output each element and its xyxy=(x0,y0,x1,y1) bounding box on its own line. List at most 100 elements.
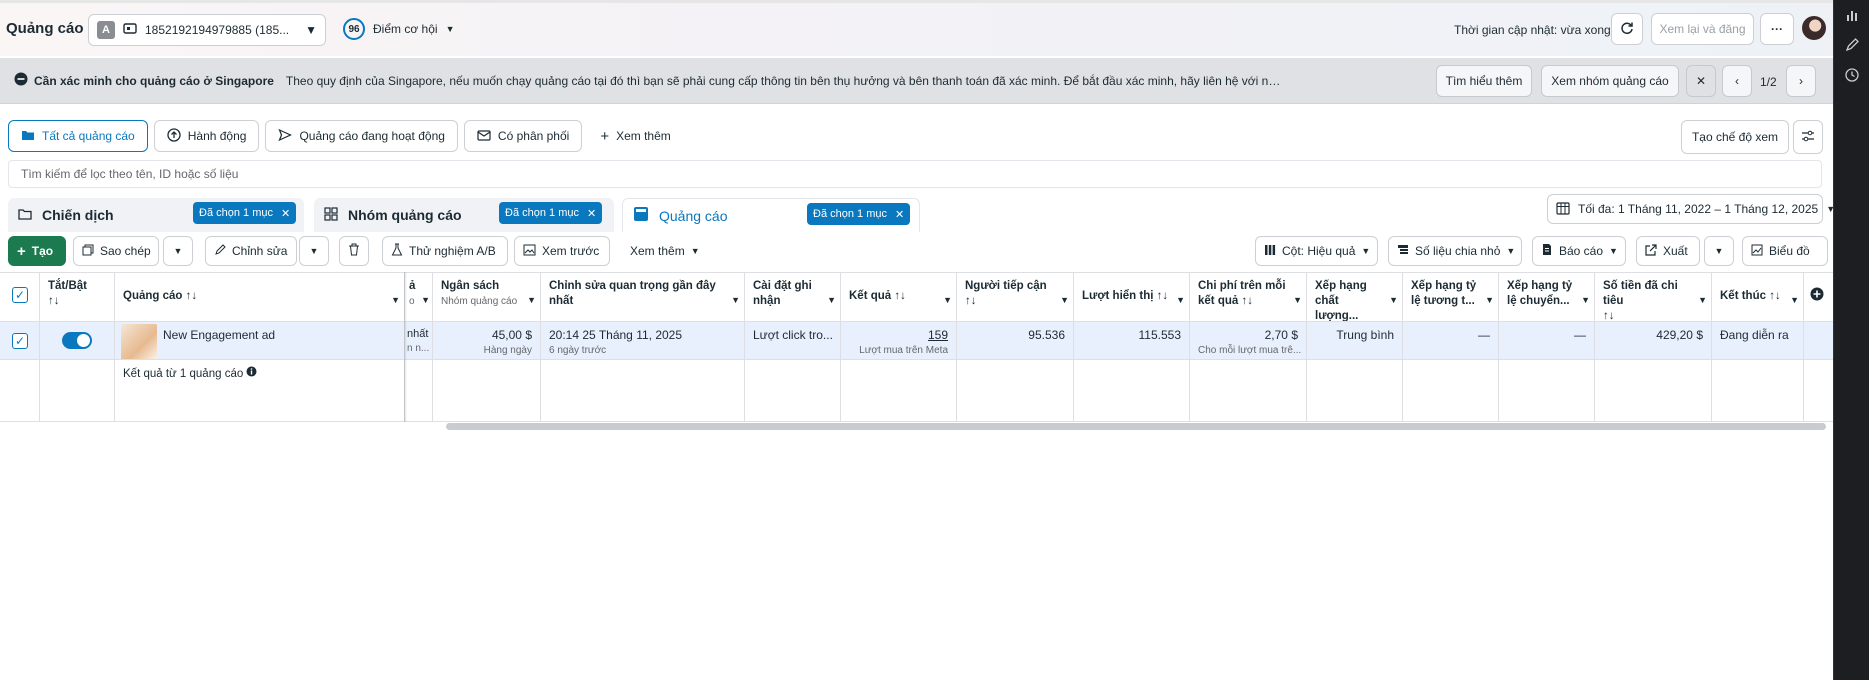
pencil-icon[interactable] xyxy=(1834,30,1869,60)
export-label: Xuất xyxy=(1663,244,1688,258)
selected-chip[interactable]: Đã chọn 1 mục ✕ xyxy=(807,203,911,225)
learn-more-button[interactable]: Tìm hiểu thêm xyxy=(1436,65,1532,97)
date-range-picker[interactable]: Tối đa: 1 Tháng 11, 2022 – 1 Tháng 12, 2… xyxy=(1547,194,1835,224)
add-column-button[interactable] xyxy=(1804,273,1833,321)
selected-chip[interactable]: Đã chọn 1 mục ✕ xyxy=(193,202,297,224)
refresh-icon xyxy=(1620,21,1634,38)
header-engagement-rank[interactable]: Xếp hạng tỷ lệ tương t... ▼ xyxy=(1403,273,1499,321)
close-icon[interactable]: ✕ xyxy=(895,208,904,221)
review-publish-button[interactable]: Xem lại và đăng xyxy=(1651,13,1754,45)
selected-chip[interactable]: Đã chọn 1 mục ✕ xyxy=(499,202,603,224)
header-impressions[interactable]: Lượt hiển thị ↑↓ ▼ xyxy=(1074,273,1190,321)
edit-button[interactable]: Chỉnh sửa xyxy=(205,236,297,266)
export-button[interactable]: Xuất xyxy=(1636,236,1700,266)
view-adsets-button[interactable]: Xem nhóm quảng cáo xyxy=(1541,65,1679,97)
tab-ads[interactable]: Quảng cáo Đã chọn 1 mục ✕ xyxy=(622,198,920,232)
sort-icon: ↑↓ xyxy=(1238,295,1253,307)
hidden-sub: n n... xyxy=(407,343,430,354)
header-onoff[interactable]: Tắt/Bật ↑↓ xyxy=(40,273,115,321)
header-quality-rank[interactable]: Xếp hạng chất lượng... ▼ xyxy=(1307,273,1403,321)
sort-icon: ↑↓ xyxy=(1769,290,1781,302)
close-banner-button[interactable]: ✕ xyxy=(1686,65,1716,97)
opportunity-score[interactable]: 96 Điểm cơ hội ▼ xyxy=(343,18,454,40)
top-bar: Quảng cáo A 1852192194979885 (185... ▼ 9… xyxy=(0,0,1833,56)
header-last-edit[interactable]: Chỉnh sửa quan trọng gần đây nhất ▼ xyxy=(541,273,745,321)
header-conversion-rank[interactable]: Xếp hạng tỷ lệ chuyển... ▼ xyxy=(1499,273,1595,321)
info-icon[interactable] xyxy=(246,366,257,380)
filter-all-ads[interactable]: Tất cả quảng cáo xyxy=(8,120,148,152)
filter-active-ads[interactable]: Quảng cáo đang hoạt động xyxy=(265,120,458,152)
header-hidden-label: ả xyxy=(409,280,416,292)
filter-has-delivery[interactable]: Có phân phối xyxy=(463,120,583,152)
row-toggle[interactable] xyxy=(40,322,115,359)
header-amount-spent[interactable]: Số tiền đã chi tiêu ↑↓ ▼ xyxy=(1595,273,1712,321)
header-reach[interactable]: Người tiếp cận ↑↓ ▼ xyxy=(957,273,1074,321)
create-view-button[interactable]: Tạo chế độ xem xyxy=(1681,120,1789,154)
edit-menu-button[interactable]: ▼ xyxy=(299,236,329,266)
row-amount-spent: 429,20 $ xyxy=(1595,322,1712,359)
score-gauge: 96 xyxy=(343,18,365,40)
header-onoff-label: Tắt/Bật xyxy=(48,280,87,292)
filter-active-ads-label: Quảng cáo đang hoạt động xyxy=(299,129,445,143)
checkbox[interactable]: ✓ xyxy=(12,333,28,349)
summary-blank xyxy=(841,360,957,421)
duplicate-button[interactable]: Sao chép xyxy=(73,236,159,266)
header-ends[interactable]: Kết thúc ↑↓ ▼ xyxy=(1712,273,1804,321)
export-menu-button[interactable]: ▼ xyxy=(1704,236,1734,266)
next-button[interactable]: › xyxy=(1786,65,1816,97)
create-button[interactable]: + Tạo xyxy=(8,236,66,266)
filter-actions[interactable]: Hành động xyxy=(153,120,260,152)
row-quality-rank: Trung bình xyxy=(1307,322,1403,359)
summary-blank xyxy=(1307,360,1403,421)
more-button[interactable]: ··· xyxy=(1760,13,1794,45)
refresh-button[interactable] xyxy=(1611,13,1643,45)
prev-button[interactable]: ‹ xyxy=(1722,65,1752,97)
trash-icon xyxy=(348,243,360,259)
horizontal-scrollbar[interactable] xyxy=(446,423,1826,430)
filter-see-more[interactable]: + Xem thêm xyxy=(588,120,682,152)
delete-button[interactable] xyxy=(339,236,369,266)
close-icon[interactable]: ✕ xyxy=(281,207,290,220)
results-value[interactable]: 159 xyxy=(849,328,948,342)
charts-button[interactable]: Biểu đồ xyxy=(1742,236,1828,266)
row-budget[interactable]: 45,00 $ Hàng ngày xyxy=(433,322,541,359)
header-last-edit-label: Chỉnh sửa quan trọng gần đây nhất xyxy=(549,280,716,307)
table-row[interactable]: ✓ New Engagement ad nhất n n... 45,00 $ … xyxy=(0,322,1833,360)
header-cost-per-result[interactable]: Chi phí trên mỗi kết quả ↑↓ ▼ xyxy=(1190,273,1307,321)
breakdown-button[interactable]: Số liệu chia nhỏ ▼ xyxy=(1388,236,1522,266)
bar-chart-icon[interactable] xyxy=(1834,0,1869,30)
summary-row: Kết quả từ 1 quảng cáo xyxy=(0,360,1833,422)
row-results[interactable]: 159 Lượt mua trên Meta xyxy=(841,322,957,359)
ad-name[interactable]: New Engagement ad xyxy=(163,324,275,357)
header-attribution[interactable]: Cài đặt ghi nhận ▼ xyxy=(745,273,841,321)
tab-adsets[interactable]: Nhóm quảng cáo Đã chọn 1 mục ✕ xyxy=(314,198,614,232)
header-select-all[interactable]: ✓ xyxy=(0,273,40,321)
close-icon[interactable]: ✕ xyxy=(587,207,596,220)
header-ad[interactable]: Quảng cáo ↑↓ ▼ xyxy=(115,273,405,321)
duplicate-menu-button[interactable]: ▼ xyxy=(163,236,193,266)
checkbox[interactable]: ✓ xyxy=(12,287,28,303)
header-hidden[interactable]: ả o ▼ xyxy=(405,273,433,321)
ab-test-button[interactable]: Thử nghiệm A/B xyxy=(382,236,508,266)
sliders-icon xyxy=(1801,130,1815,145)
view-settings-button[interactable] xyxy=(1793,120,1823,154)
reports-button[interactable]: Báo cáo ▼ xyxy=(1532,236,1626,266)
main-area: Quảng cáo A 1852192194979885 (185... ▼ 9… xyxy=(0,0,1835,680)
avatar[interactable] xyxy=(1802,16,1826,40)
tab-campaigns[interactable]: Chiến dịch Đã chọn 1 mục ✕ xyxy=(8,198,304,232)
account-selector[interactable]: A 1852192194979885 (185... ▼ xyxy=(88,14,326,46)
row-ad-name[interactable]: New Engagement ad xyxy=(115,322,405,359)
columns-button[interactable]: Cột: Hiệu quả ▼ xyxy=(1255,236,1378,266)
header-budget[interactable]: Ngân sách Nhóm quảng cáo ▼ xyxy=(433,273,541,321)
on-off-toggle[interactable] xyxy=(62,332,92,349)
search-input[interactable]: Tìm kiếm để lọc theo tên, ID hoặc số liệ… xyxy=(8,160,1822,188)
clock-icon[interactable] xyxy=(1834,60,1869,90)
last-edit-value: 20:14 25 Tháng 11, 2025 xyxy=(549,328,683,342)
row-select[interactable]: ✓ xyxy=(0,322,40,359)
account-badge: A xyxy=(97,21,115,39)
header-results[interactable]: Kết quả ↑↓ ▼ xyxy=(841,273,957,321)
preview-button[interactable]: Xem trước xyxy=(514,236,610,266)
header-budget-sub: Nhóm quảng cáo xyxy=(441,296,518,307)
summary-blank xyxy=(40,360,115,421)
more-actions-button[interactable]: Xem thêm ▼ xyxy=(622,236,708,266)
